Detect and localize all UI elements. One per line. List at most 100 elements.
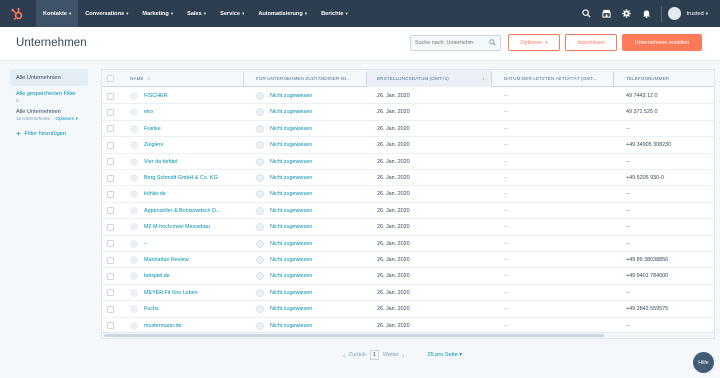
row-checkbox[interactable] [107, 190, 114, 198]
table-row[interactable]: beispiel.de Nicht zugewiesen 26. Jan. 2020… [102, 268, 714, 285]
current-page[interactable]: 1 [369, 350, 379, 360]
nav-item-service[interactable]: Service ▾ [213, 0, 251, 27]
row-checkbox[interactable] [107, 305, 114, 313]
company-name-link[interactable]: -- [144, 241, 148, 247]
select-all-checkbox[interactable] [107, 75, 114, 82]
column-header-created[interactable]: Erstellungsdatum (GMT+1) ↓ [367, 70, 491, 87]
import-button[interactable]: Importieren [565, 34, 617, 51]
company-name-link[interactable]: Zieglers [144, 142, 163, 148]
column-header-last-activity[interactable]: Datum der letzten Aktivität (GMT... [504, 70, 612, 87]
owner-avatar-icon [256, 272, 264, 281]
company-name-link[interactable]: Franke [144, 126, 161, 132]
view-all-companies[interactable]: Alle Unternehmen [10, 69, 88, 86]
company-logo-icon [130, 223, 138, 232]
owner-link[interactable]: Nicht zugewiesen [270, 306, 312, 312]
row-checkbox[interactable] [107, 240, 114, 248]
settings-icon[interactable] [621, 8, 633, 20]
table-row[interactable]: köhler.de Nicht zugewiesen 26. Jan. 2020 --… [102, 186, 714, 203]
owner-link[interactable]: Nicht zugewiesen [270, 323, 312, 329]
owner-link[interactable]: Nicht zugewiesen [270, 93, 312, 99]
nav-item-conversations[interactable]: Conversations ▾ [78, 0, 135, 27]
nav-item-kontakte[interactable]: Kontakte ▾ [36, 0, 79, 27]
owner-link[interactable]: Nicht zugewiesen [270, 257, 312, 263]
row-checkbox[interactable] [107, 125, 114, 133]
table-row[interactable]: Fuchs Nicht zugewiesen 26. Jan. 2020 -- +49 … [102, 301, 714, 318]
row-checkbox[interactable] [107, 158, 114, 166]
horizontal-scrollbar-thumb[interactable] [104, 334, 604, 337]
nav-item-berichte[interactable]: Berichte ▾ [314, 0, 355, 27]
row-checkbox[interactable] [107, 256, 114, 264]
owner-link[interactable]: Nicht zugewiesen [270, 175, 312, 181]
row-checkbox[interactable] [107, 207, 114, 215]
previous-page-button[interactable]: ‹ Zurück [340, 351, 366, 360]
company-name-link[interactable]: mustermann.de [144, 323, 181, 329]
table-row[interactable]: Berg Schmidt GmbH & Co. KG Nicht zugewies… [102, 170, 714, 187]
table-row[interactable]: M2 M-hoch-zwei Messebau Nicht zugewiesen 2… [102, 219, 714, 236]
table-row[interactable]: FISCHER Nicht zugewiesen 26. Jan. 2020 -- 49… [102, 88, 714, 105]
nav-item-automatisierung[interactable]: Automatisierung ▾ [251, 0, 314, 27]
table-row[interactable]: MEYER Fit fürs Leben Nicht zugewiesen 26. … [102, 285, 714, 302]
view-options-link[interactable]: Optionen ▾ [56, 116, 78, 121]
owner-link[interactable]: Nicht zugewiesen [270, 208, 312, 214]
company-name-link[interactable]: MEYER Fit fürs Leben [144, 290, 198, 296]
table-row[interactable]: Appenzeller & Bonisowitsch D... Nicht zug… [102, 203, 714, 220]
create-company-button[interactable]: Unternehmen erstellen [622, 34, 702, 51]
column-header-phone[interactable]: Telefonnummer [626, 70, 714, 87]
table-row[interactable]: Franke Nicht zugewiesen 26. Jan. 2020 -- -- [102, 121, 714, 138]
search-input[interactable] [415, 40, 487, 46]
column-header-name[interactable]: Name ⇕ [130, 70, 242, 87]
company-name-link[interactable]: beispiel.de [144, 273, 170, 279]
notifications-icon[interactable] [641, 8, 653, 20]
owner-link[interactable]: Nicht zugewiesen [270, 109, 312, 115]
row-checkbox[interactable] [107, 289, 114, 297]
phone-number: +49 2842 559575 [626, 306, 669, 313]
column-header-owner[interactable]: Für Unternehmen zuständiger Mi... [256, 70, 364, 87]
owner-link[interactable]: Nicht zugewiesen [270, 224, 312, 230]
company-name-link[interactable]: Fuchs [144, 306, 159, 312]
nav-item-marketing[interactable]: Marketing ▾ [135, 0, 180, 27]
search-icon[interactable] [581, 8, 593, 20]
horizontal-scrollbar[interactable] [102, 332, 714, 338]
created-date-cell: 26. Jan. 2020 [377, 104, 487, 120]
row-checkbox[interactable] [107, 108, 114, 116]
table-row[interactable]: elro Nicht zugewiesen 26. Jan. 2020 -- 49 37… [102, 104, 714, 121]
company-name-link[interactable]: Manhattan Review [144, 257, 189, 263]
owner-link[interactable]: Nicht zugewiesen [270, 159, 312, 165]
row-checkbox[interactable] [107, 272, 114, 280]
user-menu[interactable]: trusted ▾ [667, 7, 708, 20]
marketplace-icon[interactable] [601, 8, 613, 20]
company-logo-icon [130, 190, 138, 199]
add-filter-button[interactable]: + Filter hinzufügen [10, 130, 88, 138]
company-name-link[interactable]: M2 M-hoch-zwei Messebau [144, 224, 210, 230]
owner-link[interactable]: Nicht zugewiesen [270, 191, 312, 197]
company-name-link[interactable]: FISCHER [144, 93, 168, 99]
table-row[interactable]: -- Nicht zugewiesen 26. Jan. 2020 -- -- [102, 236, 714, 252]
row-checkbox[interactable] [107, 223, 114, 231]
owner-link[interactable]: Nicht zugewiesen [270, 142, 312, 148]
table-row[interactable]: Vier da befdel Nicht zugewiesen 26. Jan. 2… [102, 154, 714, 170]
per-page-select[interactable]: 25 pro Seite ▾ [428, 352, 463, 358]
table-row[interactable]: Zieglers Nicht zugewiesen 26. Jan. 2020 -- +… [102, 137, 714, 154]
search-box[interactable] [410, 35, 501, 51]
row-checkbox[interactable] [107, 322, 114, 330]
company-name-link[interactable]: Vier da befdel [144, 159, 177, 165]
help-button[interactable]: Hilfe [693, 352, 714, 373]
owner-link[interactable]: Nicht zugewiesen [270, 126, 312, 132]
owner-link[interactable]: Nicht zugewiesen [270, 273, 312, 279]
company-name-link[interactable]: elro [144, 109, 153, 115]
row-checkbox[interactable] [107, 174, 114, 182]
company-name-link[interactable]: köhler.de [144, 191, 166, 197]
row-checkbox[interactable] [107, 141, 114, 149]
row-checkbox[interactable] [107, 92, 114, 100]
company-name-link[interactable]: Berg Schmidt GmbH & Co. KG [144, 175, 218, 181]
hubspot-logo-icon[interactable] [10, 7, 24, 21]
owner-link[interactable]: Nicht zugewiesen [270, 241, 312, 247]
phone-cell: +49 34905 308230 [626, 137, 714, 153]
phone-cell: -- [626, 285, 714, 301]
company-name-link[interactable]: Appenzeller & Bonisowitsch D... [144, 208, 220, 214]
next-page-button[interactable]: Weiter › [383, 351, 408, 360]
options-button[interactable]: Optionen ▾ [508, 34, 560, 51]
nav-item-sales[interactable]: Sales ▾ [180, 0, 213, 27]
owner-link[interactable]: Nicht zugewiesen [270, 290, 312, 296]
table-row[interactable]: Manhattan Review Nicht zugewiesen 26. Jan.… [102, 252, 714, 269]
